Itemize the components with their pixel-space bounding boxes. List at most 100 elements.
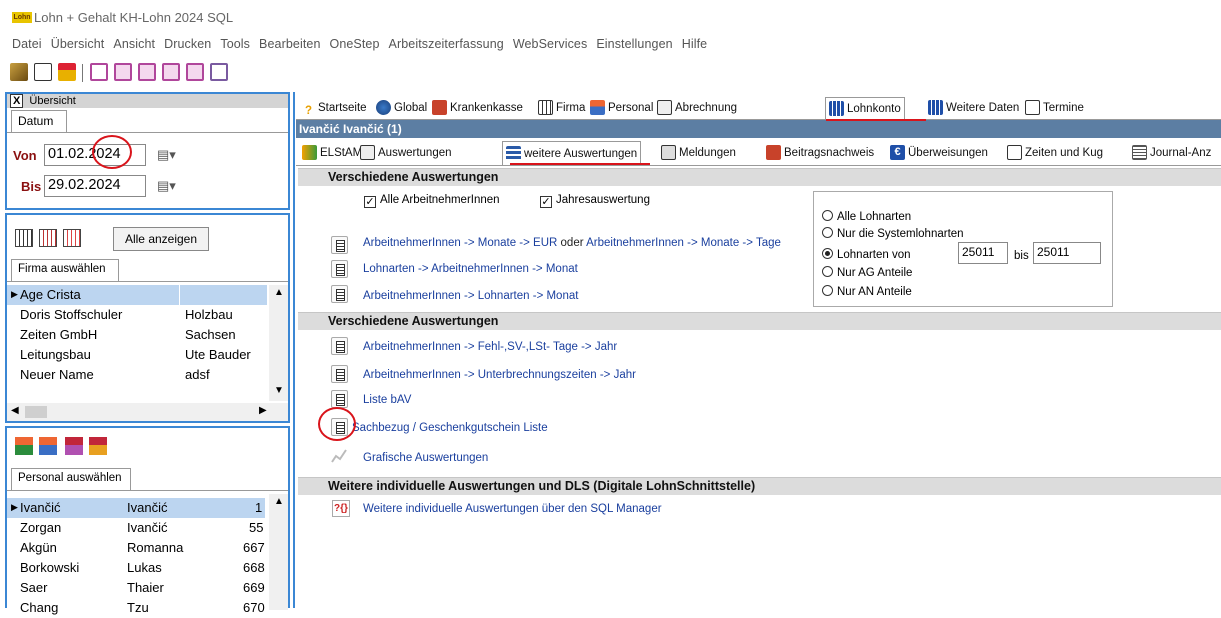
radio[interactable]	[822, 285, 833, 296]
wage-type-to-input[interactable]: 25011	[1033, 242, 1101, 264]
folder-open-icon[interactable]	[90, 63, 108, 81]
report-icon[interactable]	[331, 337, 348, 355]
sql-manager-icon[interactable]: ?{}	[332, 500, 350, 517]
report-link[interactable]: ArbeitnehmerInnen -> Monate -> EUR oder …	[363, 237, 781, 249]
tab-weitere-auswertungen[interactable]: weitere Auswertungen	[502, 141, 642, 165]
scroll-left-icon[interactable]: ◀	[11, 405, 19, 416]
menu-ansicht[interactable]: Ansicht	[113, 37, 155, 51]
folder-arrow-icon[interactable]	[210, 63, 228, 81]
tab-global[interactable]: Global	[376, 97, 427, 119]
scroll-right-icon[interactable]: ▶	[259, 405, 267, 416]
menu-hilfe[interactable]: Hilfe	[682, 37, 708, 51]
tab-zeiten-und-kug[interactable]: Zeiten und Kug	[1007, 141, 1103, 165]
radio[interactable]	[822, 266, 833, 277]
to-calendar-icon[interactable]: ▤▾	[157, 178, 176, 194]
report-link[interactable]: Lohnarten -> ArbeitnehmerInnen -> Monat	[363, 263, 578, 275]
firm-row[interactable]: ▶ Age Crista	[7, 285, 267, 305]
radio[interactable]	[822, 227, 833, 238]
personal-row[interactable]: Saer Thaier 669	[7, 578, 267, 598]
radio-an-only[interactable]: Nur AN Anteile	[822, 285, 912, 298]
person-add-icon[interactable]	[39, 437, 57, 455]
check-year[interactable]: ✓ Jahresauswertung	[540, 194, 650, 208]
menu-einstellungen[interactable]: Einstellungen	[596, 37, 672, 51]
folder-stack-icon-2[interactable]	[138, 63, 156, 81]
folder-stack-icon-4[interactable]	[186, 63, 204, 81]
scroll-up-icon[interactable]: ▲	[274, 287, 284, 298]
check-all-employees[interactable]: ✓ Alle ArbeitnehmerInnen	[364, 194, 500, 208]
scroll-up-icon[interactable]: ▲	[274, 496, 284, 507]
menu-onestep[interactable]: OneStep	[330, 37, 380, 51]
report-link[interactable]: ArbeitnehmerInnen -> Lohnarten -> Monat	[363, 290, 578, 302]
menu-tools[interactable]: Tools	[220, 37, 250, 51]
report-link[interactable]: Weitere individuelle Auswertungen über d…	[363, 503, 662, 515]
radio-selected[interactable]	[822, 248, 833, 259]
import-icon[interactable]	[10, 63, 28, 81]
firm-horizontal-scrollbar[interactable]: ◀ ▶	[7, 403, 288, 421]
folder-stack-icon-3[interactable]	[162, 63, 180, 81]
folder-stack-icon[interactable]	[114, 63, 132, 81]
radio-ag-only[interactable]: Nur AG Anteile	[822, 266, 912, 279]
firm-row[interactable]: Neuer Name adsf	[7, 365, 267, 385]
radio-system-wage-types[interactable]: Nur die Systemlohnarten	[822, 227, 964, 240]
scroll-down-icon[interactable]: ▼	[274, 385, 284, 396]
person-delete-icon[interactable]	[65, 437, 83, 455]
menu-uebersicht[interactable]: Übersicht	[51, 37, 105, 51]
person-icon[interactable]	[15, 437, 33, 455]
report-icon[interactable]	[331, 260, 348, 278]
tab-journal-anz[interactable]: Journal-Anz	[1132, 141, 1211, 165]
tab-auswertungen[interactable]: Auswertungen	[360, 141, 452, 165]
report-icon[interactable]	[331, 285, 348, 303]
radio-all-wage-types[interactable]: Alle Lohnarten	[822, 210, 911, 223]
tab-personal[interactable]: Personal	[590, 97, 653, 119]
report-icon[interactable]	[331, 390, 348, 408]
calculator-icon[interactable]	[34, 63, 52, 81]
report-link[interactable]: ArbeitnehmerInnen -> Fehl-,SV-,LSt- Tage…	[363, 341, 617, 353]
personal-row[interactable]: Akgün Romanna 667	[7, 538, 267, 558]
tab-krankenkasse[interactable]: Krankenkasse	[432, 97, 523, 119]
radio[interactable]	[822, 210, 833, 221]
radio-wage-types-from[interactable]: Lohnarten von	[822, 248, 911, 261]
checkbox[interactable]: ✓	[540, 196, 552, 208]
tab-beitragsnachweis[interactable]: Beitragsnachweis	[766, 141, 874, 165]
firm-icon[interactable]	[15, 229, 33, 247]
menu-drucken[interactable]: Drucken	[164, 37, 211, 51]
tab-abrechnung[interactable]: Abrechnung	[657, 97, 737, 119]
report-link[interactable]: Liste bAV	[363, 394, 411, 406]
firm-row[interactable]: Zeiten GmbH Sachsen	[7, 325, 267, 345]
tab-meldungen[interactable]: Meldungen	[661, 141, 736, 165]
firm-vertical-scrollbar[interactable]: ▲ ▼	[269, 285, 288, 401]
from-calendar-icon[interactable]: ▤▾	[157, 147, 176, 163]
tab-weitere-daten[interactable]: Weitere Daten	[928, 97, 1019, 119]
tab-termine[interactable]: Termine	[1025, 97, 1084, 119]
tab-datum[interactable]: Datum	[11, 110, 67, 132]
report-link[interactable]: Sachbezug / Geschenkgutschein Liste	[352, 422, 548, 434]
personal-row[interactable]: Zorgan Ivančić 55	[7, 518, 267, 538]
show-all-button[interactable]: Alle anzeigen	[113, 227, 209, 251]
personal-row[interactable]: ▶ Ivančić Ivančić 1	[7, 498, 267, 518]
report-icon[interactable]	[331, 365, 348, 383]
wage-type-from-input[interactable]: 25011	[958, 242, 1008, 264]
tab-elstam[interactable]: ELStAM	[302, 141, 362, 165]
tab-personal-auswaehlen[interactable]: Personal auswählen	[11, 468, 131, 490]
tab-firma[interactable]: Firma	[538, 97, 585, 119]
menu-bearbeiten[interactable]: Bearbeiten	[259, 37, 320, 51]
user-warning-icon[interactable]	[58, 63, 76, 81]
personal-row[interactable]: Chang Tzu 670	[7, 598, 267, 618]
menu-arbeitszeiterfassung[interactable]: Arbeitszeiterfassung	[389, 37, 504, 51]
personal-vertical-scrollbar[interactable]: ▲	[269, 494, 288, 610]
report-link[interactable]: ArbeitnehmerInnen -> Unterbrechnungszeit…	[363, 369, 636, 381]
checkbox[interactable]: ✓	[364, 196, 376, 208]
tab-startseite[interactable]: ? Startseite	[305, 97, 367, 119]
to-date-input[interactable]: 29.02.2024	[44, 175, 146, 197]
tab-firma-auswaehlen[interactable]: Firma auswählen	[11, 259, 119, 281]
report-link[interactable]: Grafische Auswertungen	[363, 452, 488, 464]
tab-lohnkonto[interactable]: Lohnkonto	[825, 97, 905, 119]
close-icon[interactable]: X	[10, 94, 24, 108]
firm-delete-icon[interactable]	[63, 229, 81, 247]
person-copy-icon[interactable]	[89, 437, 107, 455]
firm-row[interactable]: Doris Stoffschuler Holzbau	[7, 305, 267, 325]
menu-datei[interactable]: Datei	[12, 37, 42, 51]
tab-ueberweisungen[interactable]: € Überweisungen	[890, 141, 988, 165]
report-icon[interactable]	[331, 236, 348, 254]
personal-row[interactable]: Borkowski Lukas 668	[7, 558, 267, 578]
